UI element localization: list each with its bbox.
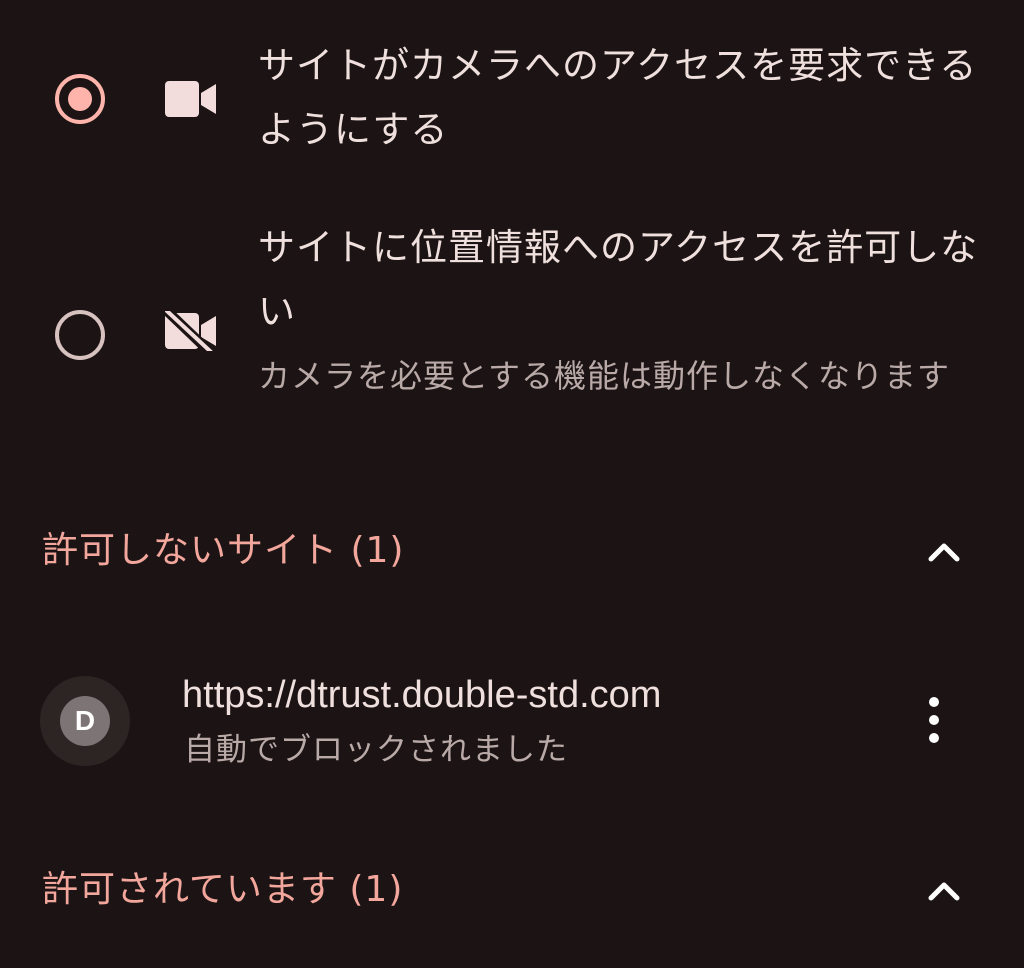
- site-row[interactable]: D https://dtrust.double-std.com 自動でブロックさ…: [0, 660, 1024, 780]
- option-allow-title: サイトがカメラへのアクセスを要求できるようにする: [258, 44, 978, 151]
- chevron-up-icon[interactable]: [924, 533, 964, 569]
- allowed-sites-title: 許可されています (1): [42, 869, 404, 910]
- radio-allow[interactable]: [55, 74, 105, 124]
- site-url: https://dtrust.double-std.com: [182, 674, 662, 716]
- favicon-letter: D: [60, 696, 110, 746]
- option-block-subtitle: カメラを必要とする機能は動作しなくなります: [258, 357, 951, 395]
- blocked-sites-header[interactable]: 許可しないサイト (1): [0, 516, 1024, 586]
- site-favicon: D: [40, 676, 130, 766]
- blocked-sites-title: 許可しないサイト (1): [42, 530, 405, 571]
- more-vert-icon[interactable]: [914, 694, 954, 746]
- radio-block[interactable]: [55, 310, 105, 360]
- option-block-title: サイトに位置情報へのアクセスを許可しない: [258, 226, 979, 333]
- allowed-sites-header[interactable]: 許可されています (1): [0, 855, 1024, 925]
- chevron-up-icon[interactable]: [924, 872, 964, 908]
- site-status: 自動でブロックされました: [184, 732, 568, 768]
- option-allow[interactable]: サイトがカメラへのアクセスを要求できるようにする: [0, 0, 1024, 200]
- camera-off-icon: [165, 311, 216, 351]
- camera-icon: [165, 81, 216, 117]
- option-block[interactable]: サイトに位置情報へのアクセスを許可しない カメラを必要とする機能は動作しなくなり…: [0, 210, 1024, 460]
